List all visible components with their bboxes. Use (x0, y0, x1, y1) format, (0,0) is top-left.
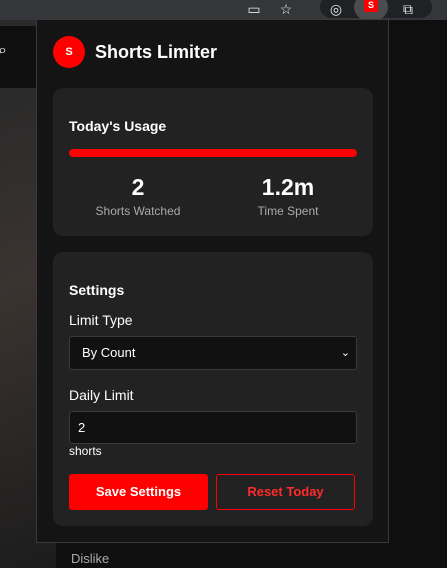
reset-today-button[interactable]: Reset Today (216, 474, 355, 510)
usage-card: Today's Usage 2 Shorts Watched 1.2m Time… (53, 88, 373, 236)
shorts-watched-value: 2 (131, 174, 145, 200)
usage-progress-fill (69, 149, 357, 157)
daily-limit-unit: shorts (69, 444, 102, 458)
popup-title: Shorts Limiter (95, 41, 218, 62)
chevron-down-icon: ⌄ (340, 347, 350, 359)
search-icon[interactable]: ⌕ (0, 42, 18, 62)
daily-limit-label: Daily Limit (69, 387, 134, 403)
settings-card: Settings Limit Type By Count ⌄ Daily Lim… (53, 252, 373, 526)
cast-icon[interactable]: ▭ (244, 0, 264, 20)
usage-progress-bar (69, 149, 357, 157)
limit-type-select[interactable]: By Count ⌄ (69, 336, 357, 370)
star-icon[interactable]: ☆ (276, 0, 296, 20)
logo-icon: S (53, 36, 85, 68)
extension-icon[interactable]: ◎ (326, 0, 346, 20)
save-settings-button[interactable]: Save Settings (69, 474, 208, 510)
daily-limit-input[interactable]: 2 (69, 411, 357, 444)
youtube-header-strip (0, 20, 36, 26)
shorts-watched-stat: 2 Shorts Watched (68, 174, 208, 218)
shorts-limiter-extension-icon[interactable]: S (364, 0, 378, 12)
settings-heading: Settings (69, 282, 125, 298)
time-spent-value: 1.2m (261, 174, 315, 200)
usage-heading: Today's Usage (69, 118, 167, 134)
browser-toolbar: ▭ ☆ ◎ S ⧉ (0, 0, 447, 20)
popup-header: S Shorts Limiter (53, 36, 217, 68)
puzzle-icon[interactable]: ⧉ (398, 0, 418, 20)
limit-type-selected-value: By Count (82, 345, 136, 360)
time-spent-stat: 1.2m Time Spent (218, 174, 358, 218)
dislike-label[interactable]: Dislike (71, 551, 109, 566)
time-spent-label: Time Spent (257, 204, 319, 218)
shorts-watched-label: Shorts Watched (95, 204, 181, 218)
extension-popup: S Shorts Limiter Today's Usage 2 Shorts … (36, 19, 389, 543)
limit-type-label: Limit Type (69, 312, 133, 328)
